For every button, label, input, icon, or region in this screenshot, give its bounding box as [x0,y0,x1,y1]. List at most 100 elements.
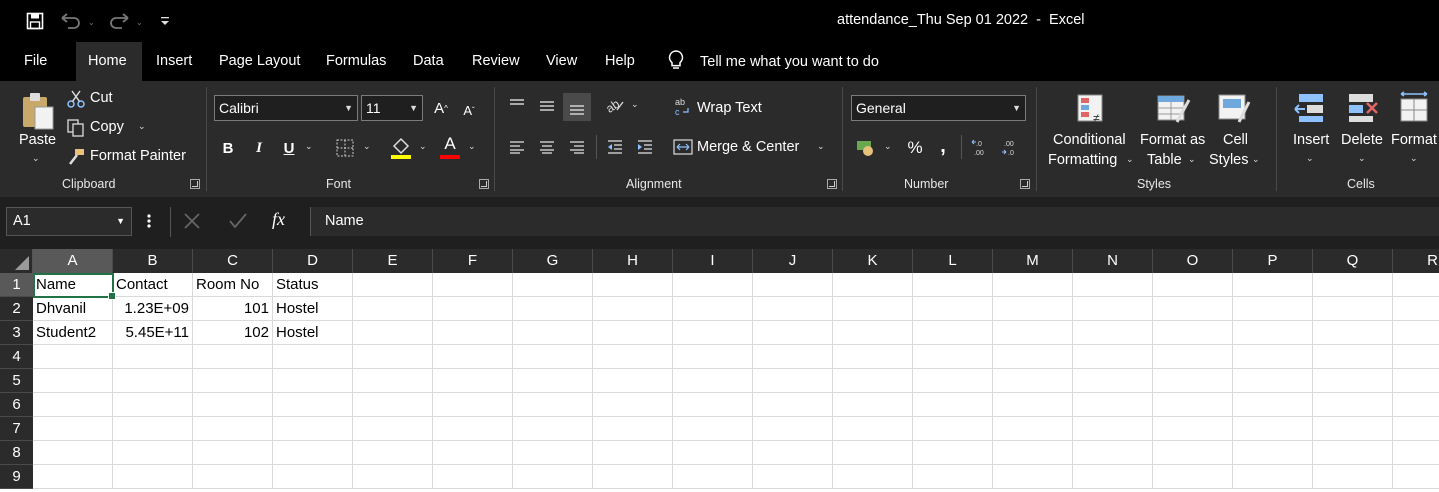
cell-p1[interactable] [1233,273,1313,297]
accounting-dropdown-icon[interactable]: ⌄ [884,141,892,152]
cell-o4[interactable] [1153,345,1233,369]
cell-r9[interactable] [1393,465,1439,489]
column-header-i[interactable]: I [673,249,753,273]
cell-r5[interactable] [1393,369,1439,393]
cell-f2[interactable] [433,297,513,321]
cell-b8[interactable] [113,441,193,465]
cell-c9[interactable] [193,465,273,489]
cell-e8[interactable] [353,441,433,465]
cell-e5[interactable] [353,369,433,393]
cell-a4[interactable] [33,345,113,369]
format-as-table-label-2[interactable]: Table [1147,152,1182,168]
cell-a8[interactable] [33,441,113,465]
cell-n8[interactable] [1073,441,1153,465]
cell-g7[interactable] [513,417,593,441]
cell-j4[interactable] [753,345,833,369]
cell-e6[interactable] [353,393,433,417]
cell-f4[interactable] [433,345,513,369]
cell-f3[interactable] [433,321,513,345]
cell-q8[interactable] [1313,441,1393,465]
cell-h4[interactable] [593,345,673,369]
cell-o7[interactable] [1153,417,1233,441]
cell-e2[interactable] [353,297,433,321]
cell-p3[interactable] [1233,321,1313,345]
cell-g2[interactable] [513,297,593,321]
insert-function-icon[interactable]: fx [272,209,285,230]
cell-h9[interactable] [593,465,673,489]
increase-decimal-icon[interactable]: .0.00 [970,136,994,160]
cell-p7[interactable] [1233,417,1313,441]
cell-l1[interactable] [913,273,993,297]
conditional-formatting-label-1[interactable]: Conditional [1053,132,1126,148]
column-header-g[interactable]: G [513,249,593,273]
cell-p8[interactable] [1233,441,1313,465]
conditional-formatting-dropdown-icon[interactable]: ⌄ [1126,154,1134,165]
column-header-m[interactable]: M [993,249,1073,273]
cell-l4[interactable] [913,345,993,369]
cell-e9[interactable] [353,465,433,489]
cell-n1[interactable] [1073,273,1153,297]
cell-h8[interactable] [593,441,673,465]
clipboard-launcher-icon[interactable] [190,179,200,189]
borders-icon[interactable] [334,136,356,160]
cell-l8[interactable] [913,441,993,465]
cell-l7[interactable] [913,417,993,441]
enter-icon[interactable] [228,212,248,233]
cell-k1[interactable] [833,273,913,297]
tab-file[interactable]: File [12,42,59,81]
cell-styles-dropdown-icon[interactable]: ⌄ [1252,154,1260,165]
cell-k2[interactable] [833,297,913,321]
cell-i7[interactable] [673,417,753,441]
borders-dropdown-icon[interactable]: ⌄ [363,141,371,152]
cell-o5[interactable] [1153,369,1233,393]
tell-me-search[interactable]: Tell me what you want to do [666,42,879,81]
cell-l2[interactable] [913,297,993,321]
cell-d5[interactable] [273,369,353,393]
cell-n5[interactable] [1073,369,1153,393]
cell-o6[interactable] [1153,393,1233,417]
conditional-formatting-icon[interactable]: ≠ [1074,91,1110,127]
cell-k5[interactable] [833,369,913,393]
cell-b9[interactable] [113,465,193,489]
name-box[interactable]: A1 ▼ [6,207,132,236]
cell-a9[interactable] [33,465,113,489]
cell-styles-label-1[interactable]: Cell [1223,132,1248,148]
paste-button[interactable]: Paste [19,132,56,148]
cell-l3[interactable] [913,321,993,345]
column-header-k[interactable]: K [833,249,913,273]
cell-o8[interactable] [1153,441,1233,465]
column-header-b[interactable]: B [113,249,193,273]
cell-k7[interactable] [833,417,913,441]
cell-m5[interactable] [993,369,1073,393]
undo-icon[interactable]: ⌄ [58,10,98,32]
bold-button[interactable]: B [216,136,240,160]
cell-o2[interactable] [1153,297,1233,321]
increase-indent-icon[interactable] [633,135,657,159]
cell-b4[interactable] [113,345,193,369]
cell-d4[interactable] [273,345,353,369]
cancel-icon[interactable] [183,212,201,233]
insert-cells-button[interactable]: Insert [1293,132,1329,148]
tab-insert[interactable]: Insert [144,42,204,81]
wrap-text-icon[interactable]: ab c [673,95,693,119]
column-header-n[interactable]: N [1073,249,1153,273]
font-color-dropdown-icon[interactable]: ⌄ [468,141,476,152]
cell-l6[interactable] [913,393,993,417]
redo-icon[interactable]: ⌄ [106,10,146,32]
copy-button[interactable]: Copy [90,119,124,135]
cell-b2[interactable]: 1.23E+09 [113,297,193,321]
merge-center-button[interactable]: Merge & Center [697,139,799,155]
cell-h5[interactable] [593,369,673,393]
align-left-icon[interactable] [505,135,529,159]
underline-dropdown-icon[interactable]: ⌄ [305,141,313,152]
cell-l9[interactable] [913,465,993,489]
column-header-q[interactable]: Q [1313,249,1393,273]
cell-o1[interactable] [1153,273,1233,297]
cell-g1[interactable] [513,273,593,297]
row-header-4[interactable]: 4 [0,345,33,369]
tab-formulas[interactable]: Formulas [314,42,398,81]
tab-data[interactable]: Data [401,42,456,81]
cell-i8[interactable] [673,441,753,465]
cell-m3[interactable] [993,321,1073,345]
format-painter-icon[interactable] [66,147,86,167]
